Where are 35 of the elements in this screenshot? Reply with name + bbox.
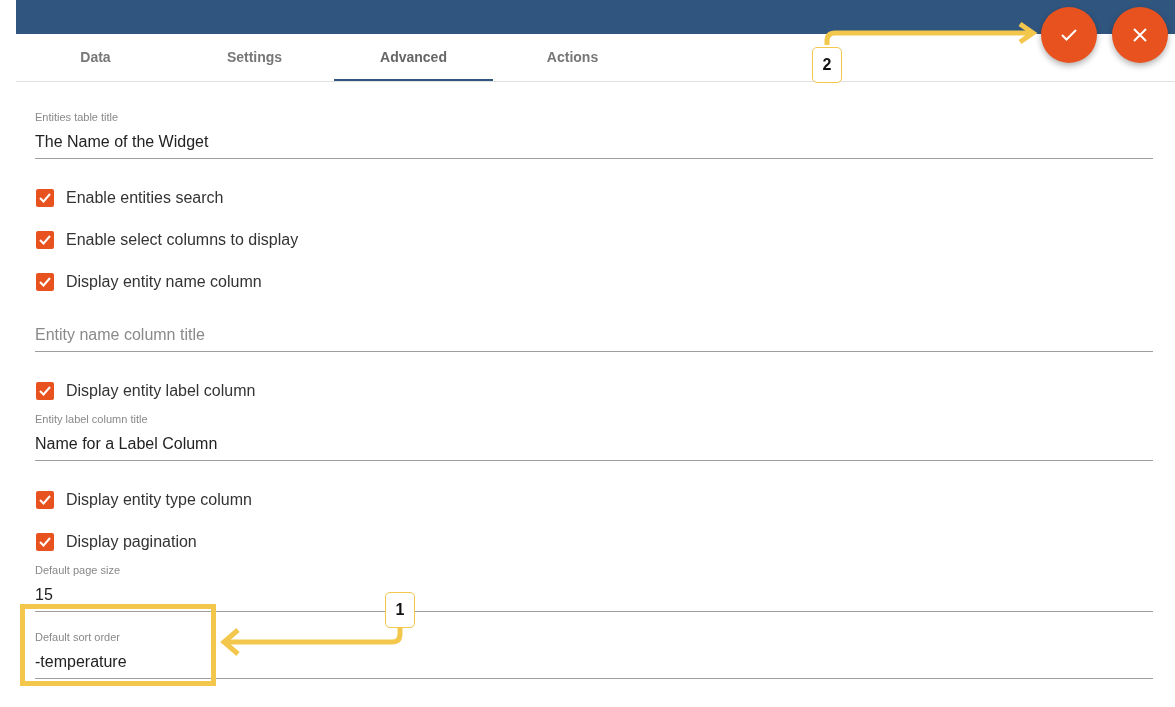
text-field[interactable]: Entities table title The Name of the Widget — [35, 110, 1153, 159]
field-value: 15 — [35, 585, 53, 605]
tab[interactable]: Settings — [175, 34, 334, 81]
close-icon — [1133, 28, 1147, 42]
field-label: Default sort order — [35, 630, 120, 644]
checkbox[interactable] — [36, 273, 54, 291]
field-label: Entity label column title — [35, 412, 148, 426]
close-button[interactable] — [1112, 7, 1168, 63]
tab[interactable]: Actions — [493, 34, 652, 81]
text-field[interactable]: Entity name column title — [35, 303, 1153, 352]
checkbox[interactable] — [36, 491, 54, 509]
checkbox[interactable] — [36, 382, 54, 400]
checkbox[interactable] — [36, 189, 54, 207]
checkbox-label: Enable entities search — [66, 189, 224, 207]
apply-button[interactable] — [1041, 7, 1097, 63]
callout-number: 1 — [385, 592, 415, 628]
tab[interactable]: Advanced — [334, 34, 493, 81]
field-value: The Name of the Widget — [35, 132, 209, 152]
checkbox-label: Display entity label column — [66, 382, 256, 400]
checkbox-label: Display entity name column — [66, 273, 262, 291]
field-label: Default page size — [35, 563, 120, 577]
checkbox-label: Display pagination — [66, 533, 197, 551]
checkbox[interactable] — [36, 533, 54, 551]
text-field[interactable]: Entity label column title Name for a Label Column — [35, 412, 1153, 461]
text-field[interactable]: Default sort order -temperature — [35, 630, 1153, 679]
callout-number: 2 — [812, 47, 842, 83]
field-value: -temperature — [35, 652, 127, 672]
checkbox[interactable] — [36, 231, 54, 249]
checkbox-label: Enable select columns to display — [66, 231, 299, 249]
field-label: Entities table title — [35, 110, 119, 124]
check-icon — [1061, 29, 1077, 41]
placeholder-text: Entity name column title — [35, 325, 205, 345]
tab[interactable]: Data — [16, 34, 175, 81]
field-value: Name for a Label Column — [35, 434, 218, 454]
checkbox-label: Display entity type column — [66, 491, 252, 509]
